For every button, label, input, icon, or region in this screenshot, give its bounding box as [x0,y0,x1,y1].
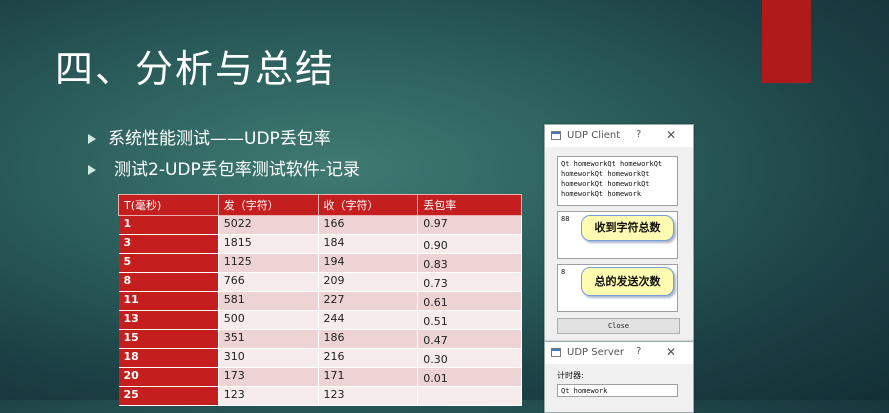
table-cell: 0.51 [417,310,522,330]
table-cell: 184 [318,234,419,254]
bullet-arrow-icon [88,165,96,175]
table-cell: 0.61 [417,291,522,311]
window-title: UDP Client [567,130,621,141]
table-cell: 0.83 [417,253,522,273]
table-cell: 1815 [218,234,319,254]
udp-client-titlebar: UDP Client ? ✕ [545,125,693,147]
window-app-icon [551,131,561,140]
table-cell: 310 [218,348,319,368]
send-count-value: 8 [561,268,566,276]
table-cell: 171 [318,367,419,387]
table-row: 20 173 171 0.01 [118,367,522,387]
table-cell: 3 [118,234,219,254]
close-icon[interactable]: ✕ [666,128,676,142]
log-line: homeworkQt homework [561,190,642,198]
slide-title: 四、分析与总结 [55,47,336,91]
table-cell: 5 [118,253,219,273]
table-cell: 0.73 [417,272,522,292]
column-header: 收（字符） [317,194,419,216]
close-icon[interactable]: ✕ [666,345,676,359]
table-cell: 581 [218,291,319,311]
column-header: 丢包率 [417,194,522,216]
table-cell: 123 [218,386,319,406]
bullet-text: 测试2-UDP丢包率测试软件-记录 [114,160,360,180]
help-button[interactable]: ? [636,129,641,140]
table-cell: 0.97 [417,215,522,235]
table-row: 25 123 123 [118,386,522,406]
packet-loss-table: T(毫秒) 发（字符） 收（字符） 丢包率 1 5022 166 0.97 3 1815… [118,194,522,406]
bullet-text: 系统性能测试——UDP丢包率 [108,129,331,149]
table-row: 1 5022 166 0.97 [118,215,522,235]
table-row: 8 766 209 0.73 [118,272,522,292]
table-cell: 20 [118,367,219,387]
table-cell: 0.30 [417,348,522,368]
table-cell: 766 [218,272,319,292]
table-cell: 209 [318,272,419,292]
table-cell: 13 [118,310,219,330]
table-cell: 173 [218,367,319,387]
received-text-box[interactable]: Qt homeworkQt homeworkQt homeworkQt home… [557,156,678,206]
table-cell [417,386,522,406]
table-cell: 0.01 [417,367,522,387]
table-cell: 8 [118,272,219,292]
table-cell: 11 [118,291,219,311]
window-app-icon [551,348,561,357]
table-cell: 1 [118,215,219,235]
total-chars-value: 88 [561,215,570,223]
table-cell: 0.90 [417,234,522,254]
table-row: 5 1125 194 0.83 [118,253,522,273]
bullet-arrow-icon [88,134,96,144]
table-cell: 351 [218,329,319,349]
close-button[interactable]: Close [557,318,680,334]
decorative-red-bar [762,0,811,83]
table-cell: 123 [318,386,419,406]
table-cell: 1125 [218,253,319,273]
table-cell: 15 [118,329,219,349]
column-header: T(毫秒) [118,194,219,216]
table-cell: 227 [318,291,419,311]
timer-label: 计时器: [557,371,584,380]
table-header-row: T(毫秒) 发（字符） 收（字符） 丢包率 [118,194,522,216]
log-line: homeworkQt homeworkQt [561,180,650,188]
help-button[interactable]: ? [636,346,641,357]
table-cell: 194 [318,253,419,273]
table-cell: 216 [318,348,419,368]
send-count-callout: 总的发送次数 [581,267,674,296]
bullet-2: 测试2-UDP丢包率测试软件-记录 [88,155,360,180]
udp-server-window: UDP Server ? ✕ 计时器: Qt homework [544,341,694,413]
total-chars-callout: 收到字符总数 [581,215,674,241]
bullet-1: 系统性能测试——UDP丢包率 [88,124,331,149]
table-cell: 186 [318,329,419,349]
table-cell: 0.47 [417,329,522,349]
table-cell: 166 [318,215,419,235]
column-header: 发（字符） [217,194,319,216]
table-row: 13 500 244 0.51 [118,310,522,330]
table-row: 18 310 216 0.30 [118,348,522,368]
table-cell: 5022 [218,215,319,235]
udp-client-window: UDP Client ? ✕ Qt homeworkQt homeworkQt … [544,124,694,342]
table-cell: 25 [118,386,219,406]
table-row: 15 351 186 0.47 [118,329,522,349]
table-row: 3 1815 184 0.90 [118,234,522,254]
message-input[interactable]: Qt homework [557,384,678,397]
log-line: homeworkQt homeworkQt [561,170,650,178]
table-cell: 244 [318,310,419,330]
udp-server-titlebar: UDP Server ? ✕ [545,342,693,364]
table-row: 11 581 227 0.61 [118,291,522,311]
table-cell: 18 [118,348,219,368]
table-cell: 500 [218,310,319,330]
window-title: UDP Server [567,347,625,358]
log-line: Qt homeworkQt homeworkQt [561,160,663,168]
